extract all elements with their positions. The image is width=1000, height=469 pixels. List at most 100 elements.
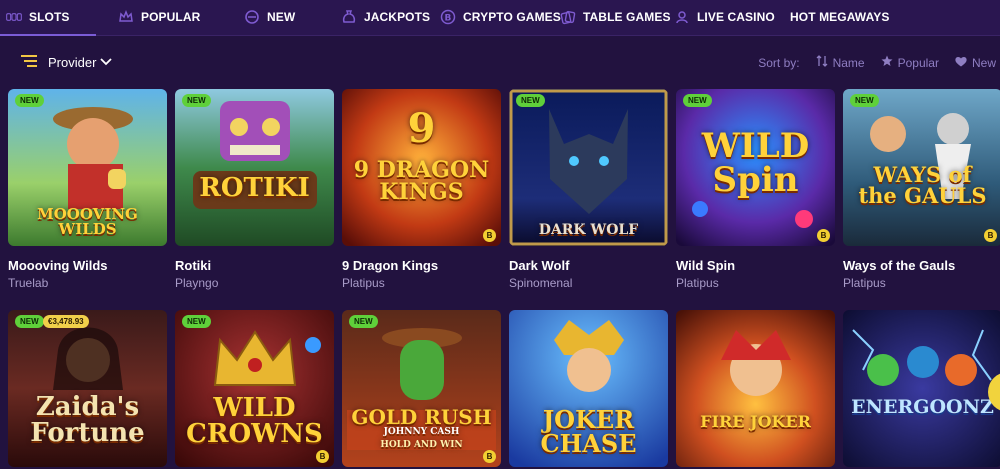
game-logo: 9 DRAGON KINGS (353, 157, 490, 205)
game-logo: DARK WOLF (538, 222, 639, 238)
nav-popular[interactable]: POPULAR (118, 0, 200, 34)
game-artwork (175, 89, 334, 246)
slot-machine-icon (6, 9, 22, 25)
nav-label: JACKPOTS (364, 10, 431, 24)
game-thumbnail[interactable]: WAYS of the GAULS NEW B (843, 89, 1000, 246)
game-logo: ENERGOONZ (851, 396, 994, 418)
new-badge: NEW (15, 94, 44, 107)
game-logo: JOKER CHASE (540, 405, 637, 458)
game-thumbnail[interactable]: DARK WOLF NEW (509, 89, 668, 246)
game-thumbnail[interactable]: WILD Spin NEW B (676, 89, 835, 246)
game-logo-sub2: HOLD AND WIN (380, 440, 463, 450)
game-provider: Platipus (843, 276, 886, 290)
game-thumbnail[interactable]: JOKER CHASE (509, 310, 668, 467)
nav-label: HOT MEGAWAYS (790, 10, 890, 24)
nav-crypto-games[interactable]: B CRYPTO GAMES (440, 0, 561, 34)
game-thumbnail[interactable]: ROTIKI NEW (175, 89, 334, 246)
heart-icon (955, 56, 967, 70)
game-provider: Truelab (8, 276, 49, 290)
sort-arrows-icon (816, 55, 828, 70)
bitcoin-badge-icon: B (483, 229, 496, 242)
new-badge: NEW (516, 94, 545, 107)
game-logo-sub: JOHNNY CASH (383, 427, 460, 437)
new-badge: NEW (15, 315, 44, 328)
game-title[interactable]: Dark Wolf (509, 258, 668, 273)
sort-option-label: Name (832, 55, 865, 70)
game-logo: MOOOVING WILDS (37, 205, 138, 238)
game-title[interactable]: Ways of the Gauls (843, 258, 1000, 273)
game-thumbnail[interactable]: WILD CROWNS NEW B (175, 310, 334, 467)
nav-table-games[interactable]: TABLE GAMES (560, 0, 671, 34)
game-provider: Spinomenal (509, 276, 573, 290)
nav-jackpots[interactable]: JACKPOTS (341, 0, 430, 34)
bitcoin-badge-icon: B (483, 450, 496, 463)
game-title[interactable]: Wild Spin (676, 258, 835, 273)
nav-label: CRYPTO GAMES (463, 10, 561, 24)
game-card[interactable]: WILD Spin NEW B Wild Spin Platipus (676, 89, 835, 290)
game-logo: FIRE JOKER (700, 412, 811, 431)
sort-by-new[interactable]: New (955, 56, 996, 70)
game-thumbnail[interactable]: MOOOVING WILDS NEW (8, 89, 167, 246)
game-card[interactable]: FIRE JOKER (676, 310, 835, 469)
sort-by-popular[interactable]: Popular (881, 55, 939, 70)
nav-new[interactable]: NEW (244, 0, 295, 34)
filter-bar: Provider Sort by: Name Popular New (0, 42, 1000, 84)
game-card[interactable]: DARK WOLF NEW Dark Wolf Spinomenal (509, 89, 668, 290)
game-logo: WILD CROWNS (186, 393, 323, 449)
game-thumbnail[interactable]: ENERGOONZ (843, 310, 1000, 467)
sort-label: Sort by: (758, 55, 800, 70)
new-badge: NEW (683, 94, 712, 107)
bitcoin-icon: B (440, 9, 456, 25)
nav-slots[interactable]: SLOTS (6, 0, 70, 34)
game-card[interactable]: WAYS of the GAULS NEW B Ways of the Gaul… (843, 89, 1000, 290)
filter-lines-icon (20, 54, 38, 71)
game-card[interactable]: Zaida's Fortune NEW €3,478.93 (8, 310, 167, 469)
game-thumbnail[interactable]: FIRE JOKER (676, 310, 835, 467)
game-thumbnail[interactable]: Zaida's Fortune NEW €3,478.93 (8, 310, 167, 467)
game-logo: GOLD RUSH (351, 405, 492, 429)
game-provider: Playngo (175, 276, 219, 290)
nav-label: TABLE GAMES (583, 10, 671, 24)
game-artwork (843, 310, 1000, 467)
game-card[interactable]: GOLD RUSH JOHNNY CASH HOLD AND WIN NEW B (342, 310, 501, 469)
sort-controls: Sort by: Name Popular New (758, 55, 996, 70)
new-badge-icon (244, 9, 260, 25)
crown-icon (118, 9, 134, 25)
top-navigation: SLOTS POPULAR NEW JACKPOTS B CRYPTO GAME… (0, 0, 1000, 36)
game-card[interactable]: ROTIKI NEW Rotiki Playngo (175, 89, 334, 290)
live-dealer-icon (674, 9, 690, 25)
nav-label: SLOTS (29, 10, 70, 24)
game-card[interactable]: ENERGOONZ (843, 310, 1000, 469)
sort-option-label: Popular (897, 55, 939, 70)
svg-text:B: B (445, 14, 452, 24)
nav-label: NEW (267, 10, 296, 24)
active-tab-indicator (0, 34, 96, 36)
money-bag-icon (341, 9, 357, 25)
new-badge: NEW (182, 94, 211, 107)
game-title[interactable]: Rotiki (175, 258, 334, 273)
game-logo: WAYS of the GAULS (858, 162, 987, 208)
nav-label: LIVE CASINO (697, 10, 775, 24)
new-badge: NEW (182, 315, 211, 328)
sort-by-name[interactable]: Name (816, 55, 865, 70)
game-thumbnail[interactable]: GOLD RUSH JOHNNY CASH HOLD AND WIN NEW B (342, 310, 501, 467)
game-title[interactable]: 9 Dragon Kings (342, 258, 501, 273)
game-thumbnail[interactable]: 9 9 DRAGON KINGS B (342, 89, 501, 246)
chevron-down-icon (100, 55, 113, 70)
nav-live-casino[interactable]: LIVE CASINO (674, 0, 775, 34)
bitcoin-badge-icon: B (817, 229, 830, 242)
game-card[interactable]: JOKER CHASE (509, 310, 668, 469)
nav-label: POPULAR (141, 10, 201, 24)
provider-label: Provider (48, 55, 97, 70)
game-logo: ROTIKI (199, 173, 310, 203)
game-logo: WILD Spin (701, 126, 810, 200)
game-card[interactable]: 9 9 DRAGON KINGS B 9 Dragon Kings Platip… (342, 89, 501, 290)
star-icon (881, 55, 893, 70)
cards-icon (560, 9, 576, 25)
game-card[interactable]: MOOOVING WILDS NEW Moooving Wilds Truela… (8, 89, 167, 290)
game-card[interactable]: WILD CROWNS NEW B (175, 310, 334, 469)
game-provider: Platipus (676, 276, 719, 290)
provider-dropdown[interactable]: Provider (20, 54, 113, 71)
game-title[interactable]: Moooving Wilds (8, 258, 167, 273)
nav-hot-megaways[interactable]: HOT MEGAWAYS (790, 0, 889, 34)
